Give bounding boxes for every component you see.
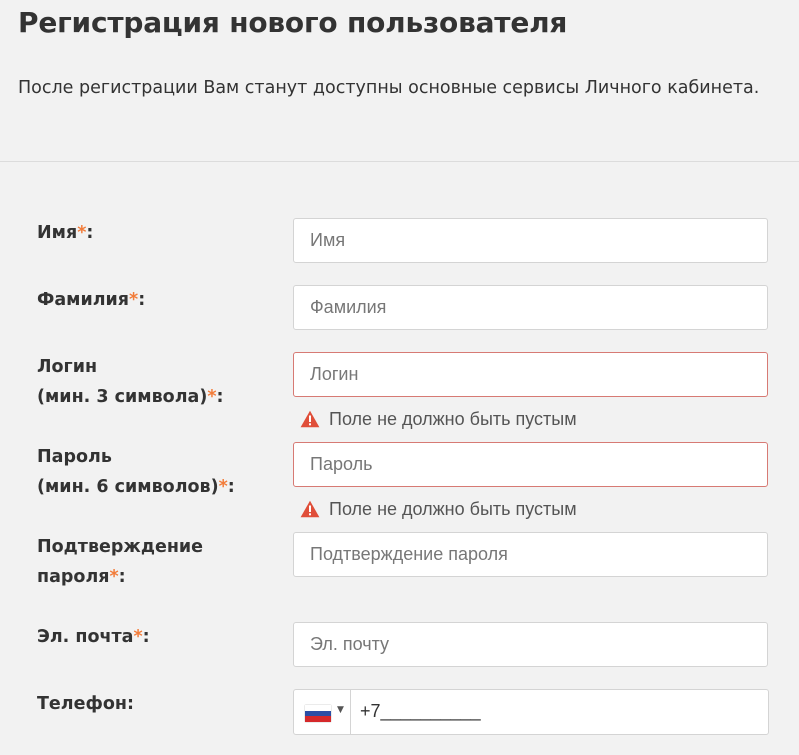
required-mark: *	[109, 567, 119, 587]
required-mark: *	[207, 387, 217, 407]
login-label-line1: Логин	[37, 357, 98, 377]
login-field	[293, 352, 768, 397]
login-error-text: Поле не должно быть пустым	[329, 409, 577, 429]
last-name-label: Фамилия*:	[37, 290, 146, 310]
warning-icon	[300, 410, 320, 428]
password-label-line1: Пароль	[37, 447, 112, 467]
page-header: Регистрация нового пользователя После ре…	[0, 0, 799, 161]
first-name-label: Имя*:	[37, 223, 94, 243]
required-mark: *	[77, 223, 87, 243]
password-label-line2: (мин. 6 символов)*:	[37, 477, 235, 497]
password-input[interactable]	[294, 443, 767, 486]
last-name-field	[293, 285, 768, 330]
confirm-password-label: Подтверждение пароля*:	[37, 532, 203, 592]
login-label: Логин (мин. 3 символа)*:	[37, 352, 223, 412]
page-title: Регистрация нового пользователя	[18, 6, 568, 39]
password-field	[293, 442, 768, 487]
country-select[interactable]: ▼	[294, 690, 351, 734]
caret-down-icon: ▼	[337, 705, 344, 715]
first-name-input[interactable]	[294, 219, 767, 262]
email-label: Эл. почта*:	[37, 627, 150, 647]
first-name-field	[293, 218, 768, 263]
required-mark: *	[218, 477, 228, 497]
email-input[interactable]	[294, 623, 767, 666]
confirm-password-label-line1: Подтверждение	[37, 537, 204, 557]
header-divider	[0, 161, 799, 162]
page-subtitle: После регистрации Вам станут доступны ос…	[18, 78, 760, 98]
phone-field: ▼ +7__________	[293, 689, 769, 735]
confirm-password-field	[293, 532, 768, 577]
phone-input[interactable]: +7__________	[360, 701, 481, 722]
warning-icon	[300, 500, 320, 518]
last-name-input[interactable]	[294, 286, 767, 329]
russia-flag-icon	[305, 705, 331, 722]
email-field	[293, 622, 768, 667]
login-label-line2: (мин. 3 символа)*:	[37, 387, 224, 407]
phone-label: Телефон:	[37, 694, 134, 714]
confirm-password-label-line2: пароля*:	[37, 567, 126, 587]
required-mark: *	[133, 627, 143, 647]
password-label: Пароль (мин. 6 символов)*:	[37, 442, 235, 502]
confirm-password-input[interactable]	[294, 533, 767, 576]
login-input[interactable]	[294, 353, 767, 396]
required-mark: *	[129, 290, 139, 310]
password-error-text: Поле не должно быть пустым	[329, 499, 577, 519]
